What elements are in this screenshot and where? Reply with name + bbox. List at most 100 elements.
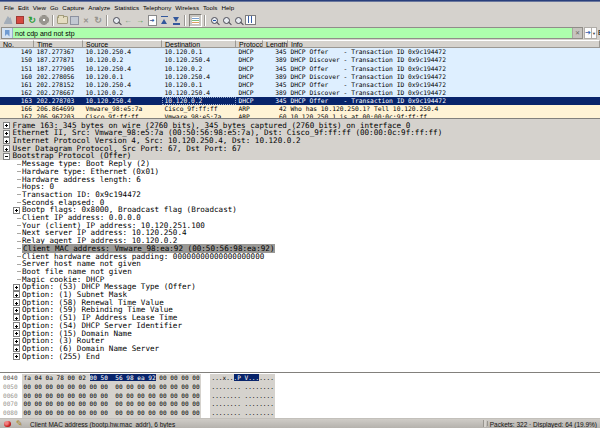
ascii-row[interactable]: ........ ........ bbox=[212, 392, 274, 401]
cell-destination: 10.120.250.4 bbox=[162, 89, 236, 97]
cell-time: 202.278703 bbox=[34, 97, 83, 105]
cell-length: 345 bbox=[263, 97, 288, 105]
ascii-row[interactable]: ........ ........ bbox=[212, 400, 274, 409]
status-field-info: Client MAC address (bootp.hw.mac_addr), … bbox=[30, 421, 175, 428]
start-capture-icon[interactable] bbox=[3, 15, 14, 26]
packet-row-161[interactable]: 161202.27815210.120.250.410.120.0.1DHCP3… bbox=[0, 81, 600, 89]
filter-dropdown-button[interactable]: ▼ bbox=[592, 27, 597, 39]
expand-icon[interactable] bbox=[13, 207, 20, 214]
cell-no: 161 bbox=[0, 81, 34, 89]
cell-destination: 10.120.0.2 bbox=[162, 97, 236, 105]
filter-bookmark-button[interactable] bbox=[2, 28, 13, 38]
menu-analyze[interactable]: Analyze bbox=[86, 2, 112, 13]
packet-row-166[interactable]: 166206.864699Vmware_98:e5:7aCisco_9f:ff:… bbox=[0, 105, 600, 113]
filter-input[interactable]: not cdp and not stp bbox=[15, 29, 75, 38]
menu-tools[interactable]: Tools bbox=[201, 2, 219, 13]
menu-help[interactable]: Help bbox=[219, 2, 236, 13]
packet-row-163[interactable]: 163202.27870310.120.250.410.120.0.2DHCP3… bbox=[0, 97, 600, 105]
main-toolbar: ↻✕↻←→➔ bbox=[0, 13, 600, 27]
col-header-protocol[interactable]: Protocol bbox=[236, 40, 263, 48]
packet-row-150[interactable]: 150187.27787110.120.0.210.120.250.4DHCP3… bbox=[0, 56, 600, 64]
go-forward-icon[interactable]: → bbox=[135, 15, 146, 26]
zoom-in-icon[interactable] bbox=[209, 15, 220, 26]
expand-icon[interactable] bbox=[13, 322, 20, 329]
cell-source: 10.120.250.4 bbox=[83, 48, 162, 56]
col-header-length[interactable]: Length bbox=[263, 40, 288, 48]
packet-row-149[interactable]: 149187.27736710.120.250.410.120.0.1DHCP3… bbox=[0, 48, 600, 56]
menu-go[interactable]: Go bbox=[48, 2, 60, 13]
zoom-out-icon[interactable] bbox=[221, 15, 232, 26]
col-header-no[interactable]: No. bbox=[0, 40, 34, 48]
col-header-source[interactable]: Source bbox=[83, 40, 162, 48]
hex-bytes-row[interactable]: 00 00 00 00 00 00 00 00 00 00 00 00 00 0… bbox=[24, 383, 200, 392]
reload-file-icon[interactable]: ↻ bbox=[93, 15, 104, 26]
cell-no: 163 bbox=[0, 97, 34, 105]
expand-icon[interactable] bbox=[13, 307, 20, 314]
open-file-icon[interactable] bbox=[57, 15, 68, 26]
tree-branch bbox=[17, 241, 21, 242]
col-header-destination[interactable]: Destination bbox=[162, 40, 236, 48]
packet-row-162[interactable]: 162202.27866710.120.0.210.120.250.4DHCP3… bbox=[0, 89, 600, 97]
colorize-icon[interactable] bbox=[189, 14, 202, 27]
expand-icon[interactable] bbox=[13, 345, 20, 352]
packet-row-151[interactable]: 151187.27790510.120.250.410.120.0.2DHCP3… bbox=[0, 65, 600, 73]
expand-icon[interactable] bbox=[13, 299, 20, 306]
menu-view[interactable]: View bbox=[31, 2, 48, 13]
restart-capture-icon[interactable]: ↻ bbox=[27, 15, 38, 26]
status-separator bbox=[483, 420, 486, 427]
expand-icon[interactable] bbox=[3, 145, 10, 152]
cell-source: 10.120.250.4 bbox=[83, 65, 162, 73]
packet-row-160[interactable]: 160202.27805610.120.0.110.120.250.4DHCP3… bbox=[0, 73, 600, 81]
collapse-icon[interactable] bbox=[3, 153, 10, 160]
resize-columns-icon[interactable] bbox=[245, 15, 256, 26]
expand-icon[interactable] bbox=[3, 137, 10, 144]
cell-info: DHCP Offer - Transaction ID 0x9c194472 bbox=[288, 81, 600, 89]
expand-icon[interactable] bbox=[3, 130, 10, 137]
capture-options-icon[interactable] bbox=[39, 15, 50, 26]
menu-capture[interactable]: Capture bbox=[60, 2, 86, 13]
zoom-100-icon[interactable] bbox=[233, 15, 244, 26]
go-back-icon[interactable]: ← bbox=[123, 15, 134, 26]
go-first-icon[interactable] bbox=[159, 15, 170, 26]
expand-icon[interactable] bbox=[13, 291, 20, 298]
go-to-packet-icon[interactable]: ➔ bbox=[147, 15, 158, 26]
ascii-row[interactable]: ...x...P V....... bbox=[212, 374, 274, 383]
find-packet-icon[interactable] bbox=[111, 15, 122, 26]
close-file-icon[interactable]: ✕ bbox=[81, 15, 92, 26]
capture-comment-icon[interactable]: ✎ bbox=[16, 419, 23, 428]
menu-edit[interactable]: Edit bbox=[16, 2, 31, 13]
menu-statistics[interactable]: Statistics bbox=[112, 2, 141, 13]
toolbar-separator bbox=[184, 15, 186, 26]
filter-apply-button[interactable]: ➔ bbox=[584, 27, 592, 39]
ascii-row[interactable]: ........ ........ bbox=[212, 383, 274, 392]
hex-bytes-row[interactable]: 00 00 00 00 00 00 00 00 00 00 00 00 00 0… bbox=[24, 392, 200, 401]
col-header-info[interactable]: Info bbox=[288, 40, 600, 48]
cell-time: 187.277905 bbox=[34, 65, 83, 73]
hex-offset: 0070 bbox=[3, 400, 18, 409]
expand-icon[interactable] bbox=[13, 314, 20, 321]
expand-icon[interactable] bbox=[13, 284, 20, 291]
go-last-icon[interactable] bbox=[171, 15, 182, 26]
expand-icon[interactable] bbox=[3, 122, 10, 129]
filter-field[interactable]: not cdp and not stp ✕ bbox=[1, 27, 583, 39]
menu-telephony[interactable]: Telephony bbox=[141, 2, 173, 13]
detail-line[interactable]: Option: (255) End bbox=[22, 353, 100, 361]
menu-bar: FileEditViewGoCaptureAnalyzeStatisticsTe… bbox=[0, 2, 600, 13]
expert-info-icon[interactable] bbox=[4, 421, 11, 428]
cell-length: 389 bbox=[263, 56, 288, 64]
expand-icon[interactable] bbox=[13, 338, 20, 345]
hex-bytes-row[interactable]: 00 00 00 00 00 00 00 00 00 00 00 00 00 0… bbox=[24, 409, 200, 418]
menu-file[interactable]: File bbox=[2, 2, 16, 13]
save-file-icon[interactable] bbox=[69, 15, 80, 26]
col-header-time[interactable]: Time bbox=[34, 40, 83, 48]
stop-capture-icon[interactable] bbox=[15, 15, 26, 26]
filter-clear-button[interactable]: ✕ bbox=[572, 28, 582, 38]
menu-wireless[interactable]: Wireless bbox=[173, 2, 201, 13]
filter-bar: not cdp and not stp ✕ ➔ ▼ Expression… bbox=[0, 27, 600, 40]
expand-icon[interactable] bbox=[13, 353, 20, 360]
hex-bytes-row[interactable]: 00 00 00 00 00 00 00 00 00 00 00 00 00 0… bbox=[24, 400, 200, 409]
tree-branch bbox=[17, 218, 21, 219]
ascii-row[interactable]: ........ ........ bbox=[212, 409, 274, 418]
expand-icon[interactable] bbox=[13, 330, 20, 337]
hex-bytes-row[interactable]: fa 04 0a 78 00 02 00 50 56 98 ea 92 00 0… bbox=[24, 374, 200, 383]
